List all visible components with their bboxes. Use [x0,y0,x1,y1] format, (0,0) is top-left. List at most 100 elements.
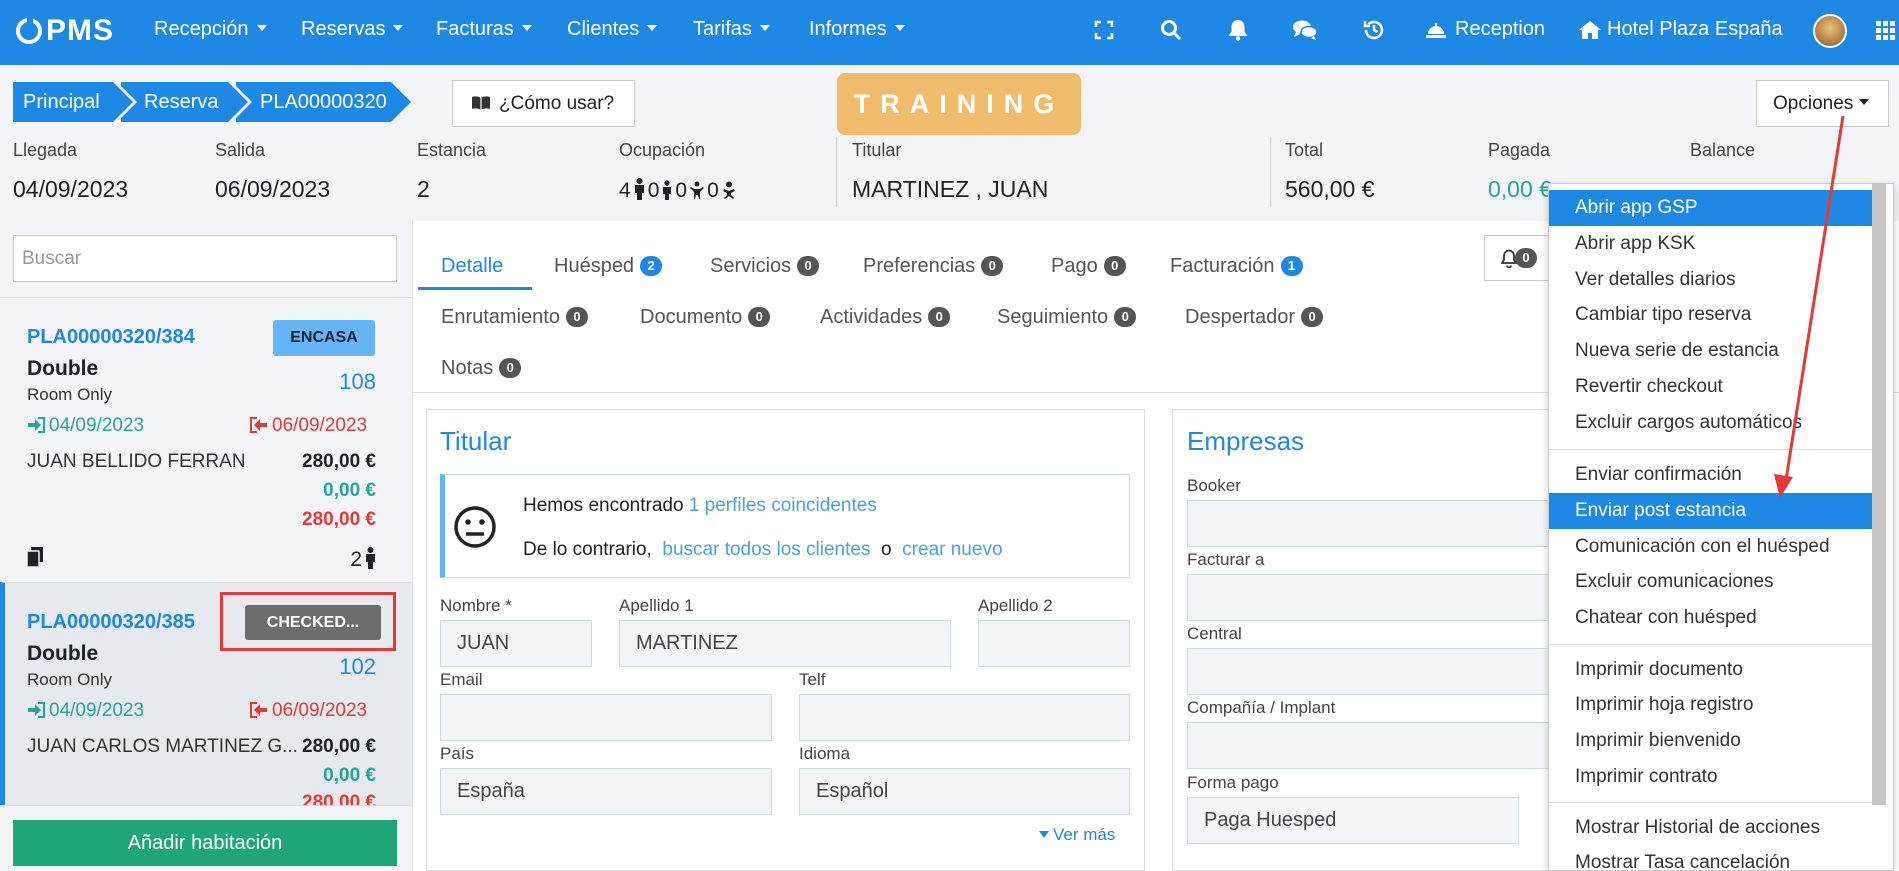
menu-item-chatear-huesped[interactable]: Chatear con huésped [1549,600,1873,636]
tab-notas[interactable]: Notas 0 [441,357,522,380]
room-type: Double [27,357,99,380]
notifications-button[interactable]: 0 [1484,235,1550,281]
titular-panel-title: Titular [440,426,512,456]
apps-grid-icon[interactable] [1871,16,1899,44]
facturar-label: Facturar a [1187,550,1265,569]
breadcrumb-principal[interactable]: Principal [13,82,137,122]
llegada-label: Llegada [13,140,78,160]
menu-item-excluir-cargos[interactable]: Excluir cargos automáticos [1549,405,1873,441]
idioma-field[interactable]: Español [799,768,1130,815]
tab-facturacion[interactable]: Facturación 1 [1170,255,1303,278]
tab-seguimiento[interactable]: Seguimiento 0 [997,306,1137,329]
menu-item-imprimir-hoja-registro[interactable]: Imprimir hoja registro [1549,687,1873,723]
menu-informes[interactable]: Informes [809,18,905,41]
matching-profiles-link[interactable]: 1 perfiles coincidentes [689,495,877,516]
tab-despertador[interactable]: Despertador 0 [1185,306,1324,329]
tab-servicios[interactable]: Servicios 0 [710,255,820,278]
pais-field[interactable]: España [440,768,772,815]
search-icon[interactable] [1157,16,1185,44]
ver-mas-link[interactable]: Ver más [1039,825,1115,845]
menu-item-cambiar-tipo-reserva[interactable]: Cambiar tipo reserva [1549,297,1873,333]
apellido1-field[interactable]: MARTINEZ [619,620,951,667]
history-icon[interactable] [1360,16,1388,44]
sign-out-icon [250,702,267,718]
or-text: o [881,539,892,560]
facturar-a-field[interactable] [1187,574,1587,621]
nombre-field[interactable]: JUAN [440,620,592,667]
checkin-date-text: 04/09/2023 [49,415,145,436]
documents-icon[interactable] [26,546,44,568]
menu-item-excluir-comunicaciones[interactable]: Excluir comunicaciones [1549,564,1873,600]
menu-item-enviar-post-estancia[interactable]: Enviar post estancia [1549,493,1873,529]
menu-item-imprimir-contrato[interactable]: Imprimir contrato [1549,759,1873,795]
tab-label: Preferencias [863,255,976,277]
menu-item-abrir-app-gsp[interactable]: Abrir app GSP [1549,190,1873,226]
menu-item-nueva-serie-estancia[interactable]: Nueva serie de estancia [1549,333,1873,369]
baby-icon [722,181,735,199]
menu-divider [1549,449,1873,450]
email-field[interactable] [440,694,772,741]
telf-field[interactable] [799,694,1130,741]
tab-pago[interactable]: Pago 0 [1051,255,1126,278]
room-paid: 0,00 € [323,765,376,786]
reception-link[interactable]: Reception [1455,18,1545,41]
breadcrumb-label: Principal [23,91,100,113]
menu-item-revertir-checkout[interactable]: Revertir checkout [1549,369,1873,405]
count-badge: 0 [1301,307,1324,327]
room-card-code[interactable]: PLA00000320/384 [27,326,195,349]
room-number: 108 [339,369,376,394]
menu-reservas[interactable]: Reservas [301,18,404,41]
tab-detalle[interactable]: Detalle [441,255,503,278]
menu-item-imprimir-documento[interactable]: Imprimir documento [1549,652,1873,688]
opciones-button[interactable]: Opciones [1756,80,1889,127]
tab-enrutamiento[interactable]: Enrutamiento 0 [441,306,588,329]
forma-pago-field[interactable]: Paga Huesped [1187,797,1519,844]
pms-logo[interactable]: PMS [16,14,114,48]
menu-item-historial-acciones[interactable]: Mostrar Historial de acciones [1549,810,1873,846]
compania-field[interactable] [1187,722,1587,769]
apellido2-field[interactable] [978,620,1130,667]
how-to-button[interactable]: ¿Cómo usar? [452,80,635,127]
tab-huesped[interactable]: Huésped 2 [554,255,663,278]
menu-item-abrir-app-ksk[interactable]: Abrir app KSK [1549,226,1873,262]
add-room-button[interactable]: Añadir habitación [13,820,397,866]
search-input[interactable]: Buscar [13,235,397,282]
adult-icon [634,178,644,200]
menu-tarifas[interactable]: Tarifas [693,18,770,41]
menu-item-enviar-confirmacion[interactable]: Enviar confirmación [1549,457,1873,493]
hotel-selector[interactable]: Hotel Plaza España [1607,18,1783,41]
chat-icon[interactable] [1291,16,1319,44]
search-all-clients-link[interactable]: buscar todos los clientes [662,539,870,560]
menu-label: Informes [809,18,887,40]
room-total: 280,00 € [302,736,376,757]
menu-item-imprimir-bienvenido[interactable]: Imprimir bienvenido [1549,723,1873,759]
create-new-link[interactable]: crear nuevo [902,539,1002,560]
menu-item-ver-detalles-diarios[interactable]: Ver detalles diarios [1549,262,1873,298]
room-card[interactable]: PLA00000320/384 ENCASA Double Room Only … [0,297,412,582]
total-label: Total [1285,140,1324,160]
empresas-panel-title: Empresas [1187,426,1305,456]
training-banner: TRAINING [837,73,1081,135]
tab-preferencias[interactable]: Preferencias 0 [863,255,1004,278]
central-field[interactable] [1187,648,1587,695]
top-navbar: PMS Recepción Reservas Facturas Clientes… [0,0,1899,65]
fullscreen-icon[interactable] [1090,16,1118,44]
tab-actividades[interactable]: Actividades 0 [820,306,951,329]
ocupacion-label: Ocupación [619,140,706,160]
profiles-found-text: Hemos encontrado [523,495,684,516]
menu-recepcion[interactable]: Recepción [154,18,267,41]
salida-value: 06/09/2023 [215,176,331,202]
menu-item-comunicacion-huesped[interactable]: Comunicación con el huésped [1549,529,1873,565]
profiles-found-line: Hemos encontrado 1 perfiles coincidentes [523,495,877,517]
menu-clientes[interactable]: Clientes [567,18,658,41]
user-avatar[interactable] [1813,14,1847,48]
breadcrumb-reserva[interactable]: Reserva [121,82,252,122]
room-card-code[interactable]: PLA00000320/385 [27,611,195,634]
dropdown-scrollbar[interactable] [1872,183,1886,805]
checkin-date-text: 04/09/2023 [49,700,145,721]
bell-icon[interactable] [1224,16,1252,44]
booker-field[interactable] [1187,500,1587,547]
tab-documento[interactable]: Documento 0 [640,306,771,329]
menu-facturas[interactable]: Facturas [436,18,532,41]
menu-item-tasa-cancelacion[interactable]: Mostrar Tasa cancelación [1549,845,1873,871]
